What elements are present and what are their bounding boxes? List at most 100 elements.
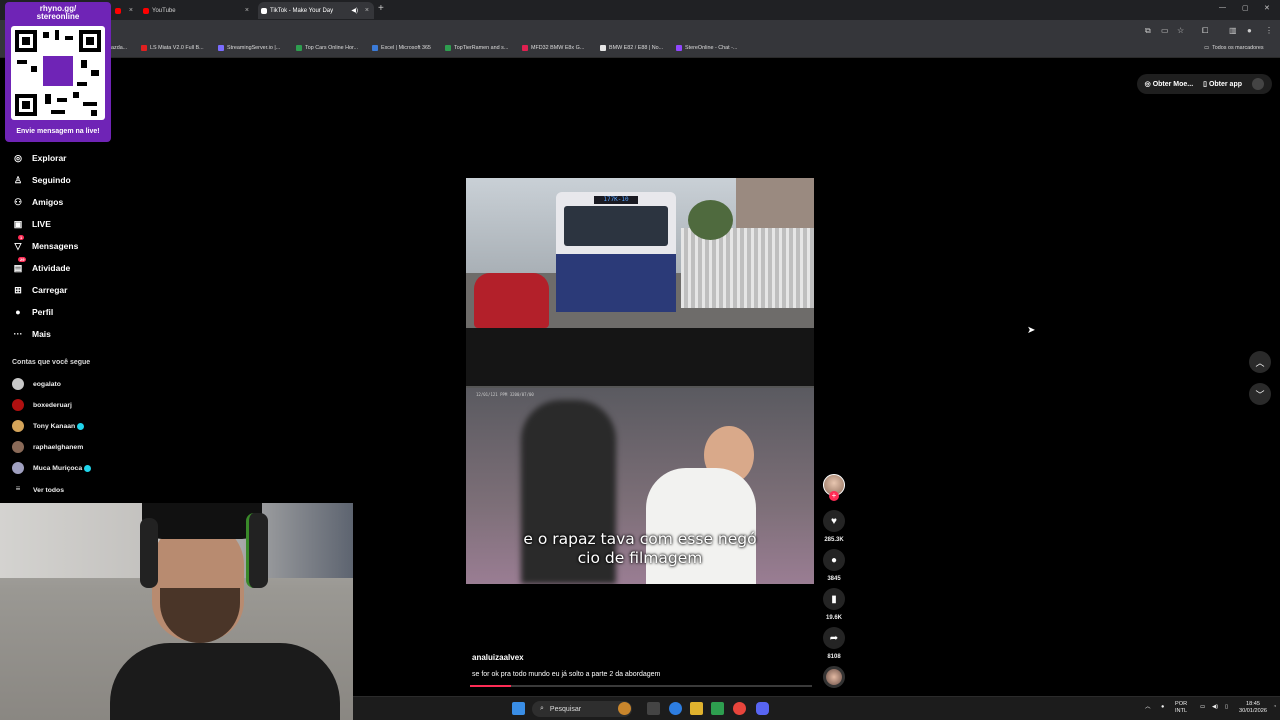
bookmark-item[interactable]: StereOnline - Chat -... [676, 45, 737, 51]
network-icon[interactable]: ▭ [1200, 704, 1205, 711]
close-icon[interactable]: × [245, 7, 249, 14]
comment-icon: ● [830, 554, 838, 566]
notification-icon[interactable]: ◔ [1273, 704, 1276, 711]
video-progress-bar[interactable] [470, 685, 812, 687]
menu-icon[interactable]: ⋮ [1265, 26, 1273, 35]
save-button[interactable]: ▮ [823, 588, 845, 610]
task-view-icon[interactable] [647, 702, 660, 715]
windows-start-icon[interactable] [512, 702, 525, 715]
nav-mais[interactable]: ··· Mais [12, 327, 51, 341]
following-account[interactable]: eogalato [12, 378, 61, 390]
minimize-button[interactable]: — [1219, 4, 1226, 11]
bookmark-item[interactable]: Excel | Microsoft 365 [372, 45, 431, 51]
volume-icon[interactable]: ◀) [1212, 704, 1218, 711]
tab-hidden[interactable]: × [112, 2, 138, 19]
comment-button[interactable]: ● [823, 549, 845, 571]
bus-sign: 177K-10 [594, 196, 638, 204]
music-disc[interactable] [823, 666, 845, 688]
address-bar-row: ⧉ ▭ ☆ ⧠ ▥ ● ⋮ [0, 20, 1280, 42]
copilot-icon[interactable] [669, 702, 682, 715]
get-coins-button[interactable]: ◎ Obter Moe... [1145, 80, 1194, 88]
profile-icon: ● [15, 307, 21, 317]
bookmark-item[interactable]: TopTierRamen and s... [445, 45, 508, 51]
tray-chevron-icon[interactable]: ︿ [1145, 704, 1151, 711]
video-author[interactable]: analuizaalvex [472, 653, 524, 662]
avatar [12, 420, 24, 432]
qr-code [11, 26, 105, 120]
activity-badge: 29 [18, 256, 27, 262]
following-account[interactable]: Muca Muriçoca [12, 462, 92, 474]
bookmarks-bar: azda... LS Miata V2.0 Full B... Streamin… [0, 42, 1280, 58]
nav-carregar[interactable]: ⊞ Carregar [12, 283, 67, 297]
nav-perfil[interactable]: ● Perfil [12, 305, 53, 319]
follow-plus-icon[interactable]: + [829, 491, 839, 501]
folder-icon: ▭ [1204, 45, 1210, 51]
nav-seguindo[interactable]: ♙ Seguindo [12, 173, 71, 187]
stream-qr-overlay: rhyno.gg/ stereonline Envie mensagem na … [5, 2, 111, 142]
share-button[interactable]: ➦ [823, 627, 845, 649]
nav-mensagens[interactable]: ▽ 1 Mensagens [12, 234, 78, 253]
battery-icon[interactable]: ▯ [1225, 704, 1228, 711]
microphone-icon[interactable]: ● [1161, 704, 1164, 711]
bookmark-icon [218, 45, 224, 51]
profile-icon[interactable]: ● [1247, 26, 1252, 35]
overlay-caption: Envie mensagem na live! [16, 128, 100, 135]
get-app-button[interactable]: ▯ Obter app [1203, 80, 1242, 88]
bookmark-item[interactable]: Top Cars Online Hor... [296, 45, 358, 51]
like-button[interactable]: ♥ [823, 510, 845, 532]
activity-icon: ▤ 29 [13, 256, 27, 273]
video-timestamp: 12/01/121 PPM 3200/07/00 [476, 392, 534, 397]
translate-icon[interactable]: ⧉ [1145, 26, 1151, 36]
bookmark-icon [522, 45, 528, 51]
tiktok-icon [261, 7, 267, 14]
verified-icon [77, 422, 85, 430]
star-icon[interactable]: ☆ [1177, 26, 1184, 35]
bookmark-item[interactable]: BMW E82 / E88 | No... [600, 45, 663, 51]
bookmark-icon [600, 45, 606, 51]
new-tab-button[interactable]: + [378, 3, 384, 14]
following-account[interactable]: raphaelghanem [12, 441, 83, 453]
all-bookmarks[interactable]: ▭ Todos os marcadores [1204, 45, 1264, 51]
nav-atividade[interactable]: ▤ 29 Atividade [12, 256, 70, 275]
bookmark-item[interactable]: StreamingServer.io |... [218, 45, 280, 51]
nav-live[interactable]: ▣ LIVE [12, 217, 51, 231]
tab-youtube[interactable]: YouTube × [140, 2, 254, 19]
close-icon[interactable]: × [365, 7, 369, 14]
bookmark-item[interactable]: MFD32 BMW E8x G... [522, 45, 584, 51]
nav-explorar[interactable]: ◎ Explorar [12, 151, 66, 165]
widget-icon[interactable] [618, 702, 631, 715]
user-avatar[interactable] [1252, 78, 1264, 90]
see-all-following[interactable]: ≡ Ver todos [12, 484, 64, 496]
bookmark-item[interactable]: LS Miata V2.0 Full B... [141, 45, 204, 51]
taskbar-search[interactable]: ⌕ Pesquisar [532, 701, 632, 717]
following-account[interactable]: Tony Kanaan [12, 420, 85, 432]
close-icon[interactable]: × [129, 7, 133, 14]
browser-tab-bar: × YouTube × TikTok - Make Your Day ◀) × … [0, 0, 1280, 20]
clock[interactable]: 18:45 30/01/2026 [1239, 701, 1267, 715]
messages-badge: 1 [18, 234, 25, 240]
list-icon: ≡ [15, 484, 21, 493]
compass-icon: ◎ [14, 152, 22, 163]
spreadsheet-icon[interactable] [711, 702, 724, 715]
extensions-icon[interactable]: ⧠ [1202, 26, 1208, 36]
bookmark-item[interactable]: azda... [111, 45, 127, 51]
file-explorer-icon[interactable] [690, 702, 703, 715]
nav-amigos[interactable]: ⚇ Amigos [12, 195, 63, 209]
close-window-button[interactable]: ✕ [1264, 4, 1270, 12]
chrome-icon[interactable] [733, 702, 746, 715]
previous-video-button[interactable]: ︿ [1249, 351, 1271, 373]
discord-icon[interactable] [756, 702, 769, 715]
cast-icon[interactable]: ▭ [1161, 26, 1169, 35]
following-account[interactable]: boxederuarj [12, 399, 72, 411]
sidepanel-icon[interactable]: ▥ [1229, 26, 1237, 35]
speaker-icon[interactable]: ◀) [351, 7, 358, 14]
overlay-title: rhyno.gg/ stereonline [36, 4, 80, 21]
tab-label: TikTok - Make Your Day [270, 7, 334, 14]
next-video-button[interactable]: ﹀ [1249, 383, 1271, 405]
maximize-button[interactable]: ▢ [1242, 4, 1249, 12]
tab-tiktok[interactable]: TikTok - Make Your Day ◀) × [258, 2, 374, 19]
language-indicator[interactable]: POR INTL [1175, 701, 1187, 715]
video-player[interactable]: 177K-10 12/01/121 PPM 3200/07/00 e o rap… [466, 178, 814, 584]
heart-icon: ♥ [831, 515, 837, 527]
chevron-up-icon: ︿ [1255, 357, 1265, 368]
